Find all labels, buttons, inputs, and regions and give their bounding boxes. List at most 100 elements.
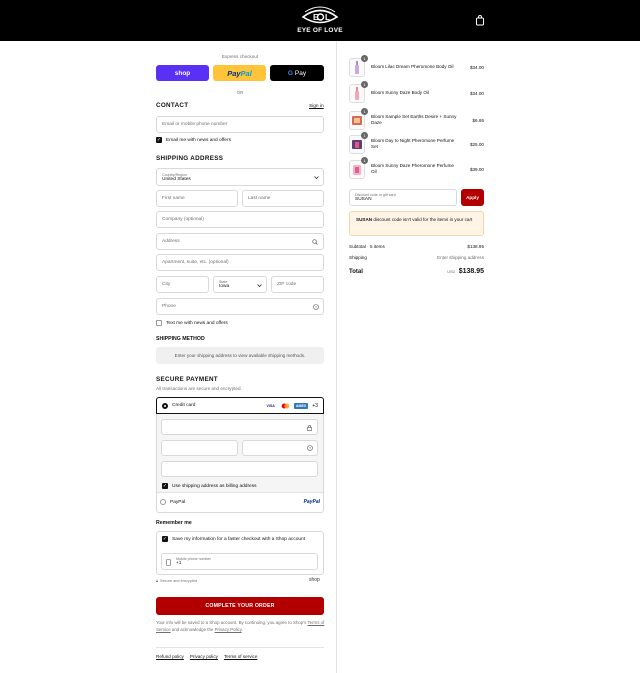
shop-pay-button[interactable]: shop [156,65,209,81]
paypal-label-pay: Pay [227,68,241,78]
shipping-row: Shipping Enter shipping address [349,255,484,260]
card-number-field[interactable] [161,419,318,435]
text-news-checkbox-row[interactable]: Text me with news and offers [156,320,228,326]
product-thumbnail: 1 [349,156,368,179]
currency-label: USD [447,270,456,274]
phone-placeholder: Phone [162,304,176,309]
text-news-checkbox[interactable] [156,320,162,326]
city-field[interactable]: City [156,276,209,293]
summary-item: 1 Bloom Lilac Dream Pheromone Body Oil $… [349,54,484,77]
apartment-field[interactable]: Apartment, suite, etc. (optional) [156,254,324,271]
name-on-card-field[interactable] [161,461,318,477]
terms-of-service-footer-link[interactable]: Terms of service [224,654,257,659]
google-g-icon: G [287,69,293,77]
billing-label: Use shipping address as billing address [172,483,257,489]
item-name: Bloom Day to Night Pheromone Perfume Set [371,137,455,149]
apply-label: Apply [466,195,479,200]
billing-checkbox[interactable]: ✓ [162,483,168,489]
privacy-policy-link[interactable]: Privacy Policy [215,627,242,632]
shipping-method-notice: Enter your shipping address to view avai… [156,347,324,364]
first-name-placeholder: First name [162,196,185,201]
complete-order-button[interactable]: COMPLETE YOUR ORDER [156,597,324,615]
address-field[interactable]: Address [156,233,324,250]
shipping-method-title: SHIPPING METHOD [156,336,205,342]
item-price: $34.00 [469,90,484,96]
search-icon[interactable] [312,239,318,245]
column-divider [336,41,337,673]
item-name: Bloom Lilac Dream Pheromone Body Oil [371,63,454,69]
amex-icon: AMEX [293,402,309,409]
billing-checkbox-row[interactable]: ✓ Use shipping address as billing addres… [162,483,257,489]
paypal-option[interactable]: PayPal PayPal [160,499,320,505]
phone-field[interactable]: Phone ? [156,298,324,315]
paypal-logo: PayPal [303,499,320,505]
quantity-badge: 1 [361,54,368,62]
email-field[interactable]: Email or mobile phone number [156,116,324,133]
brand-logo[interactable]: E L EYE OF LOVE [295,6,345,36]
refund-policy-link[interactable]: Refund policy [156,654,184,659]
paypal-radio[interactable] [160,499,166,505]
shop-logo: shop [309,577,320,583]
total-value: $138.95 [458,268,484,275]
email-news-label: Email me with news and offers [166,137,231,143]
footer-divider [156,647,324,648]
lock-icon [307,425,312,431]
subtotal-row: Subtotal · 5 items $138.95 [349,244,484,249]
quantity-badge: 1 [361,80,368,88]
shipping-address-title: SHIPPING ADDRESS [156,155,224,162]
item-price: $6.95 [472,117,485,123]
product-thumbnail: 1 [349,80,368,103]
zip-placeholder: ZIP code [277,282,297,287]
brand-name: EYE OF LOVE [297,27,343,34]
state-value: Iowa [219,284,230,289]
product-thumbnail: 1 [349,131,368,154]
email-placeholder: Email or mobile phone number [162,122,228,127]
payment-subtitle: All transactions are secure and encrypte… [156,386,242,391]
email-news-checkbox[interactable]: ✓ [156,137,162,143]
save-info-checkbox[interactable]: ✓ [162,536,168,542]
payment-divider [157,492,323,493]
discount-code-field[interactable]: Discount code or gift card SUSAN [349,189,457,206]
paypal-button[interactable]: Pay Pal [213,65,266,81]
shopping-bag-icon[interactable] [475,14,485,26]
product-thumbnail: 1 [349,107,368,130]
privacy-policy-footer-link[interactable]: Privacy policy [190,654,218,659]
save-info-checkbox-row[interactable]: ✓ Save my information for a faster check… [162,536,305,542]
chevron-down-icon [314,176,319,180]
expiry-field[interactable] [161,440,238,456]
top-header: E L EYE OF LOVE [0,0,640,41]
security-code-field[interactable]: ? [242,440,318,456]
text-news-label: Text me with news and offers [166,320,228,326]
chevron-down-icon [257,284,262,288]
legal-text-2: and acknowledge the [171,627,214,633]
credit-card-radio[interactable] [162,402,168,409]
mobile-phone-field[interactable]: Mobile phone number +1 [161,553,318,570]
credit-card-option[interactable]: Credit card VISA AMEX +3 [156,397,324,414]
zip-field[interactable]: ZIP code [271,276,324,293]
secure-label: Secure and encrypted [160,579,198,583]
visa-icon: VISA [266,403,275,408]
country-select[interactable]: Country/Region United States [156,168,324,186]
state-select[interactable]: State Iowa [213,276,267,293]
mobile-phone-icon [166,559,171,566]
apply-discount-button[interactable]: Apply [461,189,484,206]
last-name-field[interactable]: Last name [242,190,324,207]
first-name-field[interactable]: First name [156,190,238,207]
summary-item: 1 Bloom Day to Night Pheromone Perfume S… [349,131,484,155]
item-price: $25.00 [469,141,484,147]
express-checkout-label: Express checkout [221,54,259,59]
quantity-badge: 1 [361,156,368,164]
help-icon[interactable]: ? [307,445,313,451]
shipping-value: Enter shipping address [437,255,484,260]
shipping-label: Shipping [349,255,367,260]
google-pay-button[interactable]: G Pay [270,65,324,81]
google-pay-label: Pay [294,69,307,77]
summary-item: 1 Bloom Sunny Daze Body Oil $34.00 [349,80,484,103]
email-news-checkbox-row[interactable]: ✓ Email me with news and offers [156,137,231,143]
company-field[interactable]: Company (optional) [156,211,324,228]
help-icon[interactable]: ? [313,304,319,310]
more-cards-icon: +3 [312,402,318,409]
sign-in-link[interactable]: Sign in [309,104,324,109]
subtotal-label: Subtotal · 5 items [349,244,385,249]
eye-logo-icon: E L [301,6,339,24]
